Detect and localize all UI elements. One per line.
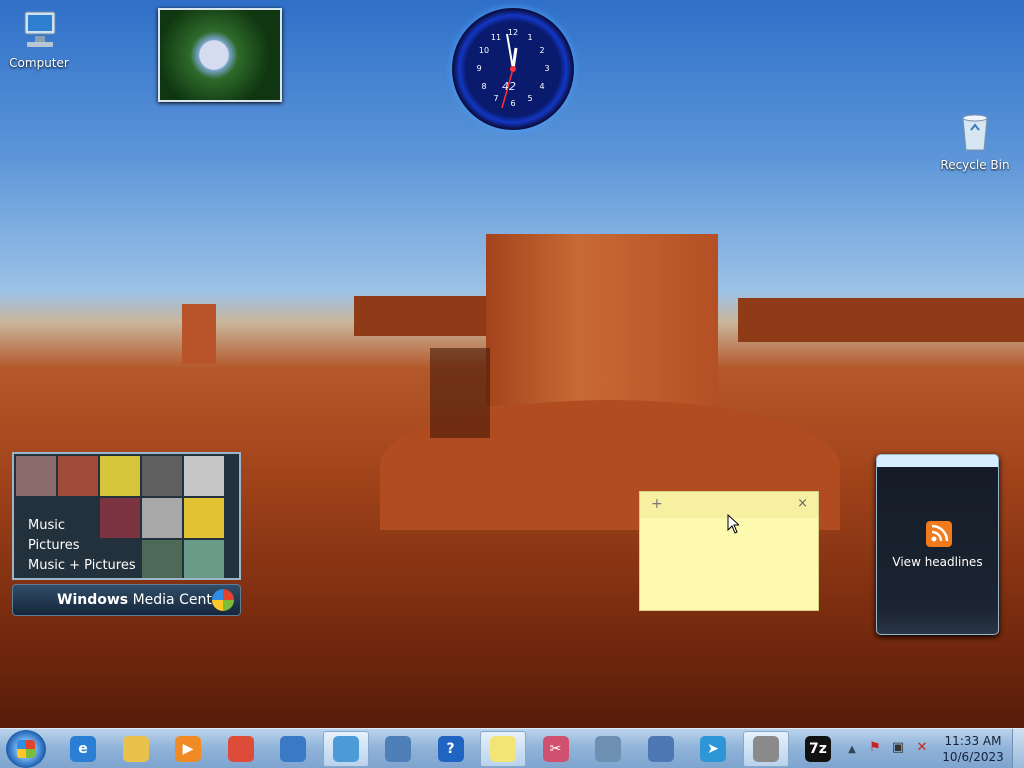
menu-item-music-pictures[interactable]: Music + Pictures (28, 556, 136, 576)
control-panel-icon (332, 736, 359, 762)
left-butte (182, 304, 216, 364)
sticky-notes-icon (490, 736, 516, 762)
taskbar-item-sticky-notes[interactable] (480, 731, 526, 767)
taskbar-item-explorer[interactable] (113, 731, 159, 767)
media-tile (142, 456, 182, 496)
media-tile (58, 456, 98, 496)
taskbar-item-snipping-tool[interactable]: ✂ (533, 731, 579, 767)
send-icon: ➤ (700, 736, 726, 762)
media-center-menu: Music Pictures Music + Pictures (28, 516, 136, 576)
action-center-icon[interactable]: ⚑ (866, 740, 884, 758)
taskbar-item-network[interactable] (375, 731, 421, 767)
taskbar: e ▶? ✂ ➤ 7z ▲ ⚑ ▣ ✕ 11:33 AM 10/6/2023 (0, 728, 1024, 768)
mouse-cursor-icon (727, 514, 739, 534)
slideshow-gadget[interactable] (158, 8, 282, 102)
7zip-icon: 7z (805, 736, 831, 762)
taskbar-item-7zip[interactable]: 7z (795, 731, 841, 767)
clock-date: 10/6/2023 (942, 750, 1004, 764)
start-button[interactable] (6, 730, 46, 768)
rss-icon (926, 521, 952, 547)
menu-item-music[interactable]: Music (28, 516, 136, 536)
media-center-gadget[interactable]: Music Pictures Music + Pictures (12, 452, 241, 580)
media-center-label: Windows Media Center (57, 592, 227, 608)
distant-mesa-left (354, 296, 488, 336)
show-hidden-icons-button[interactable]: ▲ (846, 731, 858, 767)
computer-icon (15, 10, 63, 52)
magnifier-icon (647, 736, 674, 762)
media-center-launch-bar[interactable]: Windows Media Center (12, 584, 241, 616)
clock-time: 11:33 AM (944, 734, 1002, 748)
taskbar-item-chrome[interactable] (218, 731, 264, 767)
clock-gadget[interactable]: 12 1 2 3 4 5 6 7 8 9 10 11 42 (452, 8, 574, 130)
show-desktop-button[interactable] (1012, 729, 1024, 768)
ie-icon: e (70, 736, 96, 762)
taskbar-item-calculator[interactable] (585, 731, 631, 767)
network-icon (385, 736, 411, 762)
taskbar-item-internet-explorer[interactable]: e (60, 731, 106, 767)
media-player-icon: ▶ (175, 736, 201, 762)
delete-note-button[interactable]: × (797, 496, 808, 511)
taskbar-item-send[interactable]: ➤ (690, 731, 736, 767)
sticky-note[interactable]: + × (639, 491, 819, 611)
new-note-button[interactable]: + (651, 496, 663, 512)
media-tile (100, 456, 140, 496)
main-butte (486, 234, 718, 406)
chrome-icon (227, 736, 254, 762)
distant-mesa-right (738, 298, 1024, 342)
taskbar-clock[interactable]: 11:33 AM 10/6/2023 (938, 733, 1008, 765)
view-headlines-link[interactable]: View headlines (877, 555, 998, 569)
taskbar-item-firewall[interactable] (742, 731, 789, 767)
firewall-icon (752, 736, 779, 762)
clock-hands (501, 33, 518, 109)
network-tray-icon[interactable]: ▣ (889, 740, 907, 758)
clock-digital-readout: 42 (502, 80, 516, 93)
taskbar-item-help[interactable]: ? (428, 731, 474, 767)
media-tile (142, 540, 182, 578)
feed-headlines-gadget[interactable]: View headlines (876, 454, 999, 635)
recycle-bin-icon (951, 112, 999, 154)
taskbar-item-magnifier[interactable] (638, 731, 684, 767)
media-tile (184, 540, 224, 578)
taskbar-item-media-player[interactable]: ▶ (165, 731, 211, 767)
snipping-tool-icon: ✂ (542, 736, 569, 762)
butte-shadow (430, 348, 490, 438)
remote-desktop-icon (280, 736, 306, 762)
recycle-bin-label: Recycle Bin (940, 158, 1010, 172)
windows-logo-icon (17, 740, 35, 758)
computer-label: Computer (9, 56, 69, 70)
taskbar-item-remote-desktop[interactable] (270, 731, 316, 767)
media-tile (184, 498, 224, 538)
windows-logo-icon (212, 589, 234, 611)
menu-item-pictures[interactable]: Pictures (28, 536, 136, 556)
help-icon: ? (437, 736, 464, 762)
media-tile (142, 498, 182, 538)
media-tile (184, 456, 224, 496)
calculator-icon (595, 736, 621, 762)
recycle-bin-desktop-icon[interactable]: Recycle Bin (938, 112, 1012, 172)
media-tile (16, 456, 56, 496)
computer-desktop-icon[interactable]: Computer (2, 10, 76, 70)
taskbar-item-control-panel[interactable] (322, 731, 369, 767)
volume-muted-icon[interactable]: ✕ (913, 740, 931, 758)
folder-icon (122, 736, 149, 762)
